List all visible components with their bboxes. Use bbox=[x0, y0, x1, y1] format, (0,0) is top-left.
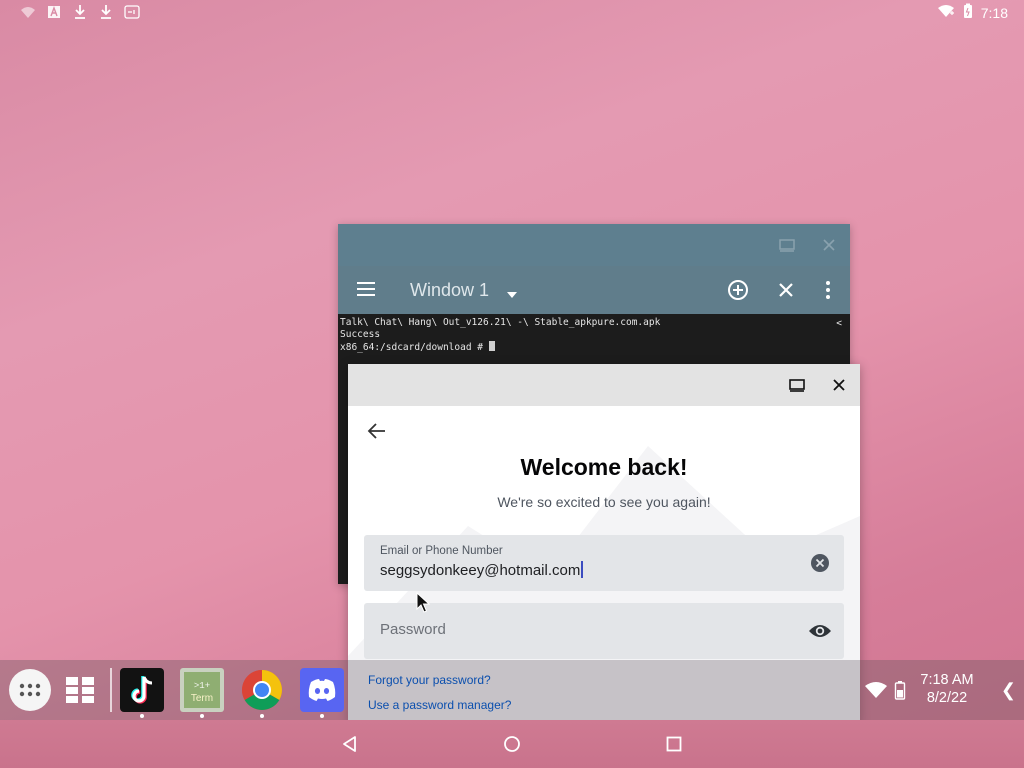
close-icon[interactable] bbox=[830, 376, 848, 394]
password-placeholder: Password bbox=[380, 621, 446, 638]
window-selector-title[interactable]: Window 1 bbox=[410, 280, 489, 301]
terminal-line: Talk\ Chat\ Hang\ Out_v126.21\ -\ Stable… bbox=[340, 317, 661, 328]
taskbar-divider bbox=[110, 668, 112, 712]
password-field[interactable]: Password bbox=[364, 603, 844, 659]
mouse-cursor-icon bbox=[416, 591, 431, 614]
password-manager-link[interactable]: Use a password manager? bbox=[368, 698, 511, 712]
termux-app-icon[interactable]: >1+ Term bbox=[180, 668, 224, 718]
recents-nav-icon[interactable] bbox=[664, 734, 684, 754]
discord-window-bottom: Forgot your password? Use a password man… bbox=[348, 660, 860, 724]
running-indicator bbox=[260, 714, 264, 718]
maximize-icon[interactable] bbox=[788, 376, 806, 394]
running-indicator bbox=[140, 714, 144, 718]
page-subtitle: We're so excited to see you again! bbox=[497, 494, 711, 510]
termux-icon-top-label: >1+ bbox=[194, 681, 210, 691]
close-icon[interactable] bbox=[820, 236, 838, 254]
email-text: seggsydonkeey@hotmail.com bbox=[380, 562, 581, 579]
add-window-icon[interactable] bbox=[726, 278, 750, 302]
terminal-cursor bbox=[488, 341, 495, 351]
terminal-output[interactable]: Talk\ Chat\ Hang\ Out_v126.21\ -\ Stable… bbox=[338, 314, 850, 357]
chevron-left-icon[interactable]: ❮ bbox=[1001, 680, 1016, 701]
close-window-icon[interactable] bbox=[774, 278, 798, 302]
discord-app-icon[interactable] bbox=[300, 668, 344, 718]
terminal-prompt: x86_64:/sdcard/download # bbox=[340, 342, 489, 353]
terminal-caption-bar[interactable] bbox=[338, 224, 850, 266]
back-arrow-icon[interactable] bbox=[366, 420, 388, 442]
clear-input-icon[interactable] bbox=[810, 553, 830, 573]
status-time: 7:18 bbox=[980, 4, 1008, 21]
forgot-password-link[interactable]: Forgot your password? bbox=[368, 673, 491, 687]
all-apps-button[interactable] bbox=[8, 668, 52, 712]
discord-caption-bar[interactable] bbox=[348, 364, 860, 406]
maximize-icon[interactable] bbox=[778, 236, 796, 254]
text-caret bbox=[581, 561, 583, 578]
terminal-prompt-line: x86_64:/sdcard/download # bbox=[340, 341, 848, 354]
battery-icon bbox=[963, 3, 973, 22]
eye-icon[interactable] bbox=[808, 621, 832, 641]
email-field-label: Email or Phone Number bbox=[380, 545, 503, 557]
page-title: Welcome back! bbox=[520, 454, 688, 480]
a-badge-icon bbox=[46, 4, 62, 20]
running-indicator bbox=[200, 714, 204, 718]
taskbar-clock[interactable]: 7:18 AM 8/2/22 bbox=[912, 671, 982, 707]
menu-icon[interactable] bbox=[356, 280, 376, 303]
clock-time: 7:18 AM bbox=[920, 672, 974, 688]
email-input-value[interactable]: seggsydonkeey@hotmail.com bbox=[380, 561, 583, 579]
download-icon bbox=[72, 4, 88, 20]
notification-icons bbox=[20, 4, 140, 20]
terminal-toolbar: Window 1 bbox=[338, 266, 850, 314]
chevron-down-icon[interactable] bbox=[506, 286, 518, 304]
cast-icon bbox=[20, 4, 36, 20]
running-indicator bbox=[320, 714, 324, 718]
navigation-bar bbox=[0, 720, 1024, 768]
task-overview-icon[interactable] bbox=[58, 668, 102, 712]
termux-icon-bottom-label: Term bbox=[191, 693, 213, 704]
wifi-icon[interactable] bbox=[864, 681, 888, 704]
battery-icon[interactable] bbox=[894, 680, 906, 705]
more-options-icon[interactable] bbox=[816, 278, 840, 302]
back-nav-icon[interactable] bbox=[340, 734, 360, 754]
clock-date: 8/2/22 bbox=[926, 690, 968, 706]
scroll-indicator: < bbox=[836, 318, 842, 329]
home-nav-icon[interactable] bbox=[502, 734, 522, 754]
wifi-icon bbox=[937, 4, 955, 21]
status-bar: 7:18 bbox=[0, 0, 1024, 24]
chrome-app-icon[interactable] bbox=[240, 668, 284, 718]
email-field[interactable]: Email or Phone Number seggsydonkeey@hotm… bbox=[364, 535, 844, 591]
tiktok-app-icon[interactable] bbox=[120, 668, 164, 718]
download-icon bbox=[98, 4, 114, 20]
system-status: 7:18 bbox=[937, 3, 1008, 22]
app-notification-icon bbox=[124, 4, 140, 20]
terminal-line: Success bbox=[340, 329, 381, 340]
